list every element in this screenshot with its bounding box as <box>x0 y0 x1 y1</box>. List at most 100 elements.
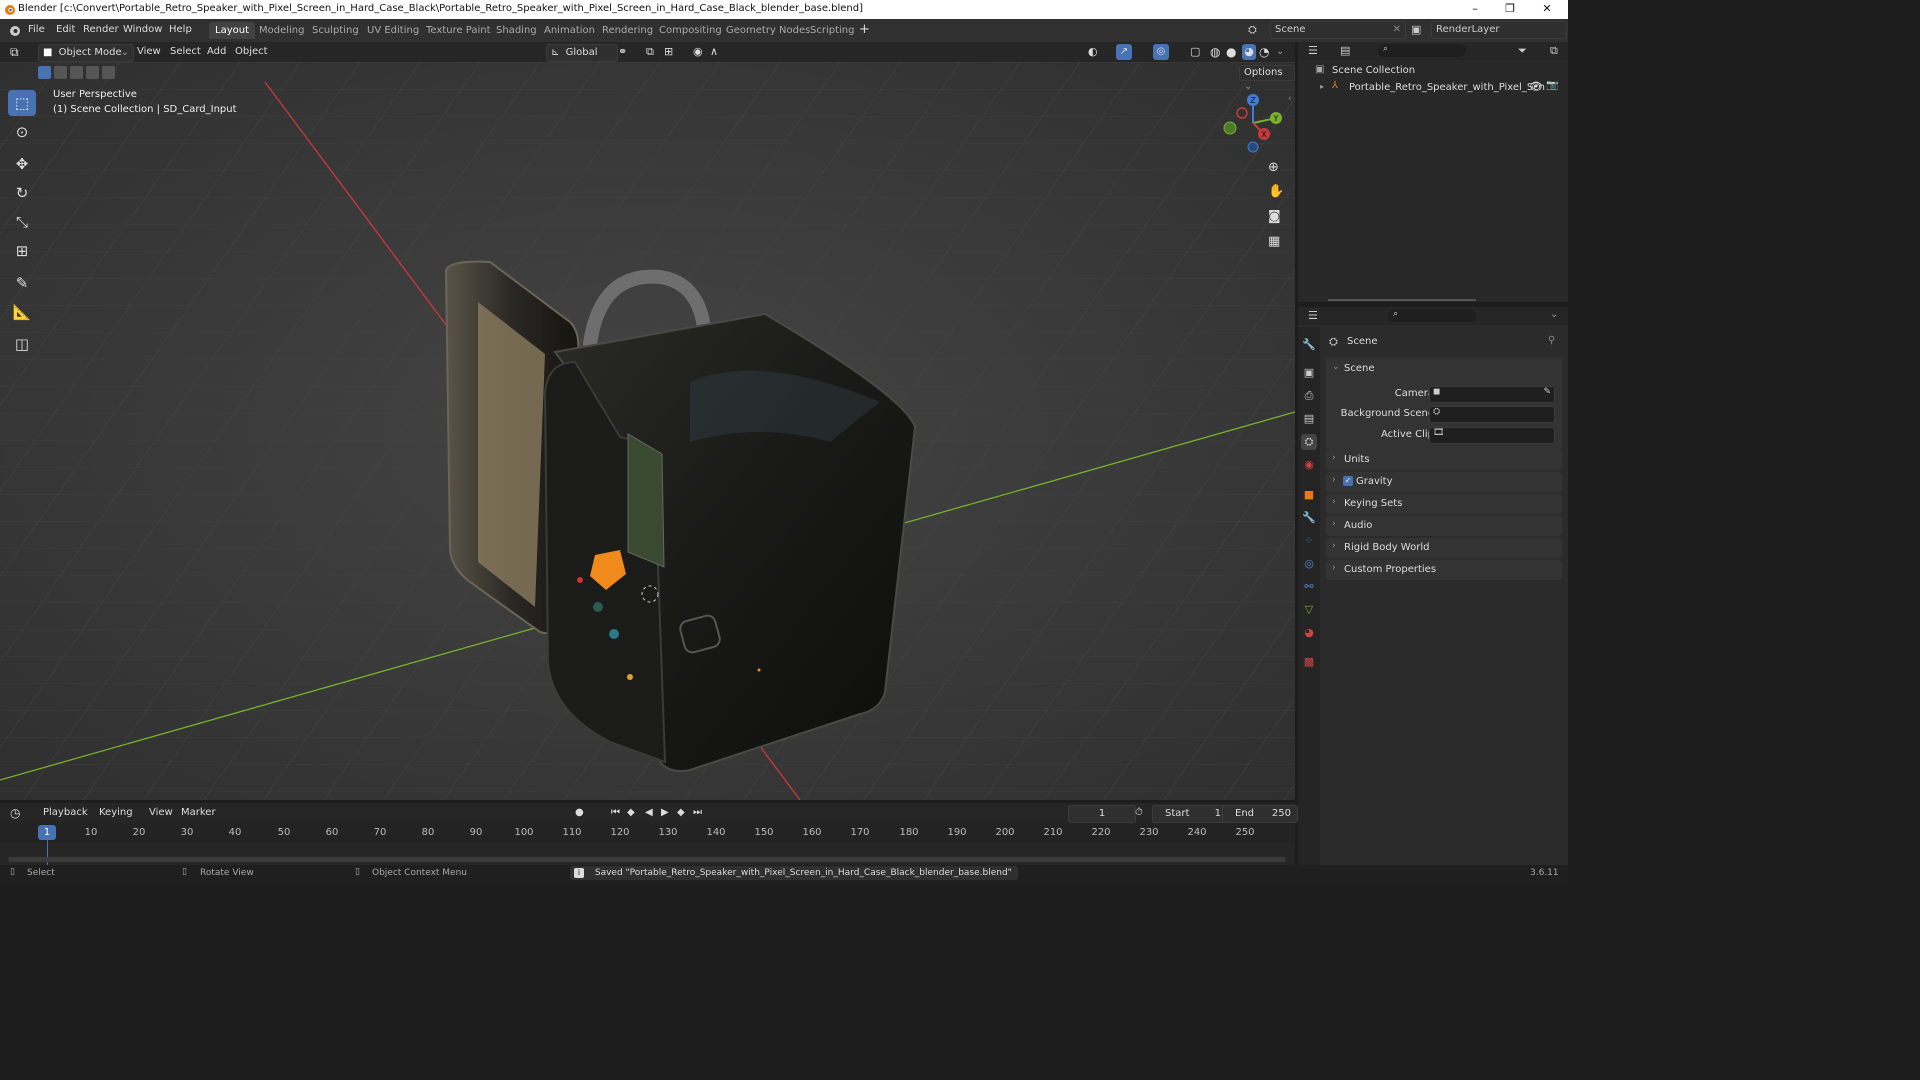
properties-search-input[interactable]: ⌕ <box>1388 309 1476 322</box>
chevron-down-icon[interactable]: ⌄ <box>1332 362 1340 372</box>
world-tab-icon[interactable]: ◉ <box>1301 457 1317 473</box>
pan-hand-icon[interactable]: ✋ <box>1268 184 1284 199</box>
new-collection-icon[interactable]: ⧉ <box>1550 44 1558 58</box>
select-subtract-icon[interactable] <box>70 66 83 79</box>
overlay-toggle-icon[interactable]: ◎ <box>1153 44 1169 60</box>
timeline-scrollbar[interactable] <box>8 857 1286 862</box>
camera-field[interactable]: ◼ ✎ <box>1429 386 1555 403</box>
menu-edit[interactable]: Edit <box>56 24 75 35</box>
tab-rendering[interactable]: Rendering <box>596 22 659 39</box>
menu-object[interactable]: Object <box>235 44 268 60</box>
modifier-tab-icon[interactable]: 🔧 <box>1301 510 1317 526</box>
start-frame-field[interactable]: Start 1 <box>1152 805 1228 823</box>
navigation-gizmo[interactable]: Z Y X <box>1218 90 1288 158</box>
proportional-editing-icon[interactable]: ◉ <box>693 44 703 60</box>
tab-modeling[interactable]: Modeling <box>253 22 311 39</box>
object-tab-icon[interactable]: ■ <box>1301 487 1317 503</box>
gravity-section[interactable]: › ✓ Gravity <box>1326 472 1562 492</box>
eye-icon[interactable]: 👁 <box>1529 80 1543 93</box>
rigid-body-world-section[interactable]: › Rigid Body World <box>1326 538 1562 558</box>
menu-view[interactable]: View <box>137 44 161 60</box>
view-layer-tab-icon[interactable]: ▤ <box>1301 411 1317 427</box>
solid-shading-icon[interactable]: ● <box>1226 44 1236 60</box>
prev-keyframe-icon[interactable]: ◆ <box>627 805 635 821</box>
camera-view-icon[interactable]: ◙ <box>1268 209 1281 224</box>
timeline-body[interactable]: 1 10 20 30 40 50 60 70 80 90 100 110 120… <box>0 823 1295 865</box>
snap-icon[interactable]: ⧉ <box>646 44 654 60</box>
menu-render[interactable]: Render <box>83 24 119 35</box>
scene-selector[interactable]: Scene ✕ <box>1270 21 1406 39</box>
render-tab-icon[interactable]: ▣ <box>1301 365 1317 381</box>
wireframe-shading-icon[interactable]: ◍ <box>1210 44 1220 60</box>
eyedropper-icon[interactable]: ✎ <box>1543 387 1551 397</box>
orientation-selector[interactable]: ⊾ Global <box>546 44 618 62</box>
scale-tool-icon[interactable]: ⤡ <box>8 209 36 235</box>
menu-window[interactable]: Window <box>123 24 162 35</box>
units-section[interactable]: › Units <box>1326 450 1562 470</box>
menu-file[interactable]: File <box>28 24 45 35</box>
tab-geometry-nodes[interactable]: Geometry Nodes <box>720 22 816 39</box>
custom-properties-section[interactable]: › Custom Properties <box>1326 560 1562 580</box>
tab-animation[interactable]: Animation <box>538 22 601 39</box>
options-button[interactable]: Options ⌄ <box>1239 65 1295 92</box>
tab-sculpting[interactable]: Sculpting <box>306 22 365 39</box>
texture-tab-icon[interactable]: ▩ <box>1301 654 1317 670</box>
material-tab-icon[interactable]: ◕ <box>1301 625 1317 641</box>
outliner-editor-icon[interactable]: ☰ <box>1308 44 1318 57</box>
editor-type-icon[interactable]: ⧉ <box>10 44 19 60</box>
timeline-editor-icon[interactable]: ◷ <box>10 805 20 821</box>
keying-sets-section[interactable]: › Keying Sets <box>1326 494 1562 514</box>
menu-playback[interactable]: Playback <box>43 805 88 821</box>
outliner-root[interactable]: Scene Collection <box>1332 65 1415 76</box>
tab-compositing[interactable]: Compositing <box>653 22 728 39</box>
scene-browse-icon[interactable]: ⛭ <box>1248 23 1257 37</box>
tab-shading[interactable]: Shading <box>490 22 543 39</box>
blender-menu-icon[interactable] <box>8 24 22 38</box>
scene-pin-icon[interactable]: ✕ <box>1393 22 1401 38</box>
tab-layout[interactable]: Layout <box>209 22 255 39</box>
particles-tab-icon[interactable]: ⁘ <box>1301 533 1317 549</box>
maximize-button[interactable]: ❐ <box>1501 2 1519 16</box>
3d-viewport[interactable]: User Perspective (1) Scene Collection | … <box>0 62 1295 800</box>
physics-tab-icon[interactable]: ◎ <box>1301 556 1317 572</box>
falloff-icon[interactable]: ∧ <box>710 44 718 60</box>
playhead[interactable]: 1 <box>38 825 56 840</box>
jump-end-icon[interactable]: ⏭ <box>693 805 702 821</box>
menu-keying[interactable]: Keying <box>99 805 133 821</box>
renderlayer-browse-icon[interactable]: ▣ <box>1411 23 1421 36</box>
outliner-search-input[interactable]: ⌕ <box>1378 44 1466 57</box>
menu-marker[interactable]: Marker <box>181 805 216 821</box>
cursor-tool-icon[interactable]: ⊙ <box>8 119 36 145</box>
play-icon[interactable]: ▶ <box>661 805 669 821</box>
menu-timeline-view[interactable]: View <box>149 805 173 821</box>
chevron-down-icon[interactable]: ⌄ <box>1550 309 1558 320</box>
select-box-tool-icon[interactable]: ⬚ <box>8 90 36 116</box>
filter-icon[interactable]: ⏷ <box>1518 44 1527 58</box>
mode-selector[interactable]: ■ Object Mode ⌄ <box>38 44 134 62</box>
tab-texture-paint[interactable]: Texture Paint <box>420 22 497 39</box>
measure-tool-icon[interactable]: 📐 <box>8 299 36 325</box>
play-reverse-icon[interactable]: ◀ <box>645 805 653 821</box>
minimize-button[interactable]: – <box>1466 2 1484 16</box>
render-camera-icon[interactable]: 📷 <box>1546 80 1558 91</box>
material-shading-icon[interactable]: ◕ <box>1242 44 1256 60</box>
data-tab-icon[interactable]: ▽ <box>1301 602 1317 618</box>
select-intersect-icon[interactable] <box>102 66 115 79</box>
add-workspace-icon[interactable]: + <box>859 22 870 37</box>
output-tab-icon[interactable]: ⎙ <box>1301 388 1317 404</box>
tab-scripting[interactable]: Scripting <box>804 22 860 39</box>
scene-tab-icon[interactable]: ⛭ <box>1301 434 1317 450</box>
expand-arrow-icon[interactable]: ▸ <box>1320 82 1324 91</box>
current-frame-field[interactable]: 1 <box>1068 805 1136 823</box>
pivot-icon[interactable]: ⚭ <box>618 44 627 60</box>
tab-uv-editing[interactable]: UV Editing <box>361 22 425 39</box>
menu-add[interactable]: Add <box>207 44 226 60</box>
gravity-checkbox[interactable]: ✓ <box>1343 476 1353 486</box>
annotate-tool-icon[interactable]: ✎ <box>8 270 36 296</box>
pin-icon[interactable]: ⚲ <box>1548 335 1555 346</box>
select-invert-icon[interactable] <box>86 66 99 79</box>
move-tool-icon[interactable]: ✥ <box>8 151 36 177</box>
background-scene-field[interactable]: ⛭ <box>1429 406 1555 423</box>
constraints-tab-icon[interactable]: ⚯ <box>1301 579 1317 595</box>
menu-help[interactable]: Help <box>169 24 192 35</box>
